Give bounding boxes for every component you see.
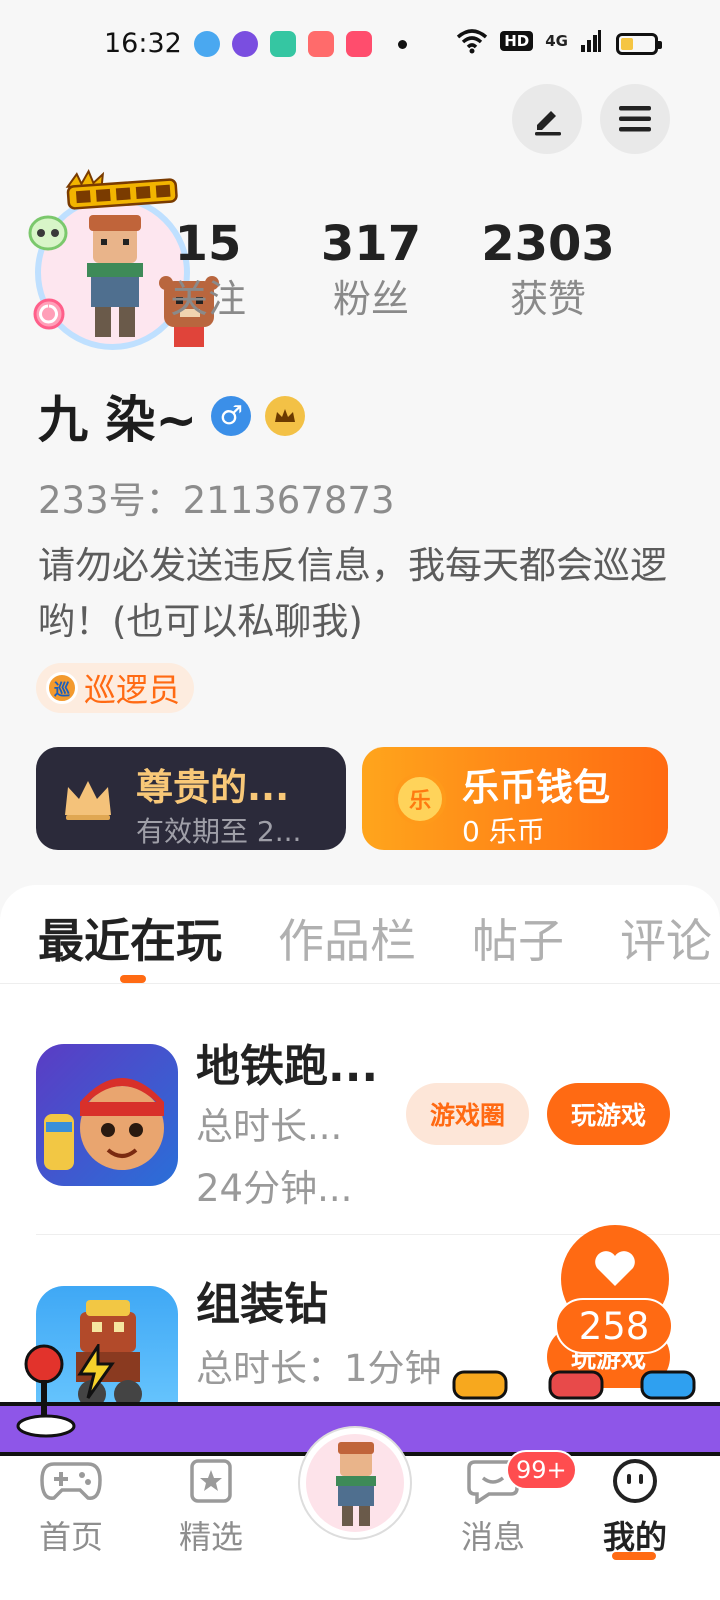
nav-home[interactable]: 首页 — [16, 1458, 126, 1558]
wifi-icon — [457, 29, 488, 54]
game-name: 组装钻 — [196, 1279, 328, 1330]
stat-likes[interactable]: 2303 获赞 — [468, 215, 628, 325]
vip-card[interactable]: 尊贵的... 有效期至 2... — [36, 747, 346, 850]
tab-works[interactable]: 作品栏 — [278, 905, 416, 971]
network-type: 4G — [545, 32, 568, 50]
wallet-card[interactable]: 乐 乐币钱包 0 乐币 — [362, 747, 668, 850]
patrol-tag-label: 巡逻员 — [84, 671, 181, 709]
clock: 16:32 — [104, 28, 182, 59]
crown-icon — [275, 409, 296, 422]
arcade-button-blue-icon — [640, 1370, 696, 1400]
nav-label: 首页 — [38, 1518, 103, 1556]
stat-label: 粉丝 — [332, 277, 409, 321]
hd-icon: HD — [500, 31, 534, 51]
notification-app-icon — [346, 31, 372, 57]
user-bio: 请勿必发送违反信息，我每天都会巡逻哟！(也可以私聊我) — [38, 544, 667, 643]
menu-icon — [619, 106, 651, 132]
male-gender-icon: ♂ — [211, 396, 252, 436]
nav-label: 消息 — [460, 1518, 525, 1556]
crown-icon — [65, 781, 111, 820]
battery-icon — [616, 33, 662, 55]
patrol-tag[interactable]: 巡 巡逻员 — [36, 663, 195, 713]
stat-followers[interactable]: 317 粉丝 — [291, 215, 451, 325]
lollipop-sticker-icon — [33, 298, 65, 330]
stat-value: 2303 — [481, 216, 615, 272]
notification-app-icon — [270, 31, 296, 57]
divider — [0, 983, 720, 984]
user-name: 九 染~ — [38, 391, 198, 449]
nav-center-avatar[interactable] — [300, 1428, 410, 1538]
wallet-card-subtitle: 0 乐币 — [462, 815, 545, 848]
signal-icon — [581, 30, 601, 52]
stat-label: 关注 — [169, 277, 246, 321]
arcade-button-yellow-icon — [452, 1370, 508, 1400]
skull-sticker-icon — [28, 215, 68, 251]
status-bar: 16:32 HD 4G — [0, 0, 720, 90]
game-icon — [36, 1044, 178, 1186]
game-duration: 总时长... — [196, 1105, 343, 1148]
notification-app-icon — [232, 31, 258, 57]
menu-button[interactable] — [600, 84, 670, 154]
coin-icon: 乐 — [394, 773, 446, 825]
tab-posts[interactable]: 帖子 — [472, 905, 564, 971]
subway-character-icon — [44, 1078, 164, 1170]
active-nav-indicator — [612, 1552, 656, 1560]
like-count: 258 — [555, 1298, 673, 1354]
game-name: 地铁跑... — [196, 1041, 379, 1092]
avatar-mini-icon — [336, 1442, 376, 1526]
message-count-badge: 99+ — [506, 1450, 577, 1490]
active-tab-indicator — [120, 975, 146, 983]
heart-icon — [595, 1251, 635, 1286]
stat-value: 317 — [320, 216, 422, 272]
vip-card-title: 尊贵的... — [136, 766, 290, 809]
star-badge-icon — [190, 1459, 232, 1503]
crown-badge-icon[interactable] — [265, 396, 306, 436]
stat-following[interactable]: 15 关注 — [128, 215, 288, 325]
tab-comments[interactable]: 评论 — [620, 905, 712, 971]
edit-profile-button[interactable] — [512, 84, 582, 154]
lightning-icon — [77, 1344, 115, 1399]
tab-recently-played[interactable]: 最近在玩 — [38, 905, 222, 971]
game-circle-button[interactable]: 游戏圈 — [406, 1083, 529, 1145]
more-notifications-dot — [398, 40, 407, 49]
nav-me[interactable]: 我的 — [580, 1458, 690, 1558]
name-row: 九 染~ ♂ — [38, 380, 306, 452]
gamepad-icon — [40, 1462, 102, 1500]
joystick-icon — [16, 1344, 76, 1438]
stat-label: 获赞 — [509, 277, 586, 321]
notification-app-icon — [308, 31, 334, 57]
game-logo-icon — [65, 169, 178, 210]
stat-value: 15 — [174, 216, 242, 272]
nav-featured[interactable]: 精选 — [156, 1458, 266, 1558]
arcade-button-red-icon — [548, 1370, 604, 1400]
vip-card-subtitle: 有效期至 2... — [136, 815, 302, 848]
game-duration: 总时长：1分钟 — [196, 1347, 442, 1390]
user-id: 233号：211367873 — [38, 479, 395, 522]
notification-app-icon — [194, 31, 220, 57]
face-icon — [613, 1459, 657, 1503]
profile-tabs: 最近在玩 作品栏 帖子 评论 — [38, 905, 712, 971]
nav-label: 精选 — [178, 1518, 243, 1556]
patrol-icon: 巡 — [46, 672, 78, 704]
game-item[interactable]: 地铁跑... 总时长... 24分钟... 游戏圈 玩游戏 — [0, 1030, 720, 1230]
pencil-icon — [535, 111, 561, 136]
play-game-button[interactable]: 玩游戏 — [547, 1083, 670, 1145]
game-recent-time: 24分钟... — [196, 1167, 353, 1210]
avatar-frame-logo — [62, 161, 181, 220]
wallet-card-title: 乐币钱包 — [462, 766, 610, 809]
